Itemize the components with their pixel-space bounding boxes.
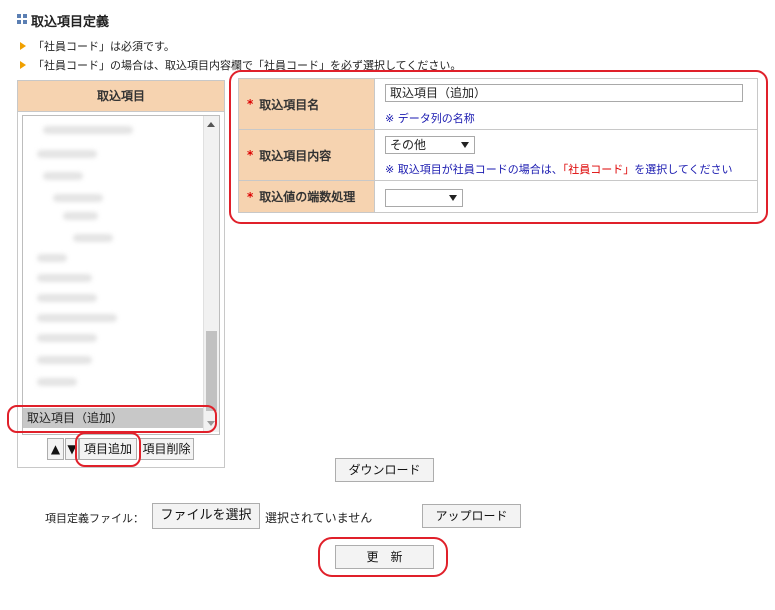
highlight-form <box>229 70 768 224</box>
blurred-item[interactable] <box>37 334 97 342</box>
scroll-up-icon[interactable] <box>207 122 215 127</box>
no-file-selected-text: 選択されていません <box>265 511 373 525</box>
note-required: 「社員コード」は必須です。 <box>20 38 175 54</box>
delete-item-button[interactable]: 項目削除 <box>139 438 194 460</box>
bullet-arrow-icon <box>20 61 26 69</box>
blurred-item[interactable] <box>43 126 133 134</box>
title-grid-icon <box>17 14 27 24</box>
page-title: 取込項目定義 <box>31 15 110 30</box>
blurred-item[interactable] <box>37 378 77 386</box>
blurred-item[interactable] <box>53 194 103 202</box>
download-button[interactable]: ダウンロード <box>335 458 434 482</box>
blurred-item[interactable] <box>43 172 83 180</box>
upload-button[interactable]: アップロード <box>422 504 521 528</box>
highlight-update-button <box>318 537 448 577</box>
move-up-button[interactable]: ▲ <box>47 438 64 460</box>
bullet-arrow-icon <box>20 42 26 50</box>
blurred-item[interactable] <box>37 314 117 322</box>
definition-file-label: 項目定義ファイル： <box>45 512 144 525</box>
highlight-add-button <box>75 432 141 467</box>
highlight-selected-item <box>7 405 217 433</box>
scroll-thumb[interactable] <box>206 331 217 411</box>
import-item-header: 取込項目 <box>18 81 224 112</box>
blurred-item[interactable] <box>73 234 113 242</box>
blurred-item[interactable] <box>37 150 97 158</box>
choose-file-button[interactable]: ファイルを選択 <box>152 503 260 529</box>
blurred-item[interactable] <box>37 274 92 282</box>
blurred-item[interactable] <box>37 294 97 302</box>
import-item-list[interactable]: 取込項目（追加） <box>22 115 220 435</box>
blurred-item[interactable] <box>63 212 98 220</box>
blurred-item[interactable] <box>37 356 92 364</box>
blurred-item[interactable] <box>37 254 67 262</box>
list-scrollbar[interactable] <box>203 116 219 432</box>
